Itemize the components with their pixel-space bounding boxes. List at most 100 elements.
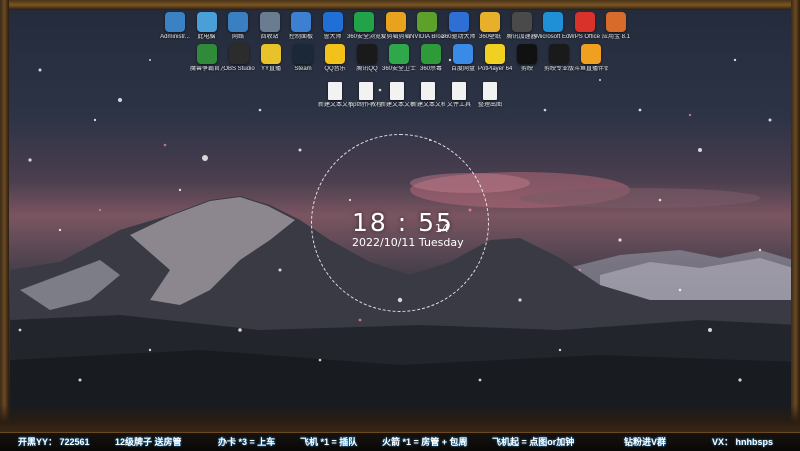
desktop-icon-label: 腾讯加速器 xyxy=(506,34,537,40)
desktop-icon-label: NVIDIA Broadcast xyxy=(410,34,444,40)
network-icon xyxy=(228,12,248,32)
user-folder-icon xyxy=(165,12,185,32)
desktop-icon-yy[interactable]: YY直播 xyxy=(254,44,288,73)
yy-icon xyxy=(261,44,281,64)
decorative-frame-left xyxy=(0,0,9,430)
control-panel-icon xyxy=(291,12,311,32)
video-editor-icon xyxy=(385,12,406,32)
desktop-icon-label: 魔兽争霸官方对战平台 xyxy=(190,66,224,72)
accelerator-icon xyxy=(511,12,532,32)
desktop-icon-warcraft[interactable]: 魔兽争霸官方对战平台 xyxy=(190,44,224,73)
desktop-icon-label: ppt制作教程 xyxy=(349,102,383,108)
desktop-icon-network[interactable]: 网络 xyxy=(221,12,255,41)
desktop-icon-wps[interactable]: WPS Office xyxy=(568,12,602,41)
desktop-icon-text-file[interactable]: 整理出图 xyxy=(473,82,507,109)
desktop-icon-label: 360壁纸 xyxy=(478,34,501,40)
recycle-bin-icon xyxy=(259,12,280,32)
desktop-icon-potplayer[interactable]: PotPlayer 64 bit xyxy=(478,44,512,73)
qq-icon xyxy=(357,44,377,64)
desktop-icon-user-folder[interactable]: Administr... xyxy=(158,12,192,41)
desktop-icon-obs[interactable]: OBS Studio xyxy=(222,44,256,73)
desktop-icon-computer[interactable]: 此电脑 xyxy=(190,12,224,41)
desktop-icon-text-file[interactable]: 新建文本文档 xyxy=(380,82,414,109)
desktop-icon-accelerator[interactable]: 腾讯加速器 xyxy=(505,12,539,41)
desktop-icon-qq-music[interactable]: QQ音乐 xyxy=(318,44,352,73)
computer-icon xyxy=(196,12,217,32)
edge-icon xyxy=(543,12,563,32)
ticker-plane-offer: 飞机 *1 = 插队 xyxy=(300,437,358,447)
clock-seconds: 14 xyxy=(435,222,449,235)
desktop-icon-control-panel[interactable]: 控制面板 xyxy=(284,12,318,41)
desktop-icon-wallpaper[interactable]: 360壁纸 xyxy=(473,12,507,41)
desktop-icon-douyu[interactable]: 斗鱼直播伴侣 xyxy=(574,44,608,73)
desktop-icon-label: QQ音乐 xyxy=(324,66,346,72)
desktop-icon-label: 鲁大师 xyxy=(323,34,342,40)
desktop-icon-video-editor[interactable]: 爱剪辑剪辑 xyxy=(379,12,413,41)
stream-info-ticker: 开黑YY： 722561 12级牌子 送房管 办卡 *3 = 上车 飞机 *1 … xyxy=(0,432,800,451)
potplayer-icon xyxy=(485,44,505,64)
desktop-icon-label: 百度网盘 xyxy=(450,66,475,72)
desktop-icon-label: 回收站 xyxy=(260,34,279,40)
desktop-icon-label: 360安全卫士 xyxy=(382,66,416,72)
desktop-icon-text-file[interactable]: 新建文本文档 xyxy=(318,82,352,109)
desktop-icon-label: WPS Office xyxy=(569,34,600,40)
warcraft-icon xyxy=(197,44,217,64)
desktop-icon-360-driver[interactable]: 360驱动大师 xyxy=(442,12,476,41)
360-browser-icon xyxy=(354,12,374,32)
desktop-icon-label: Steam xyxy=(294,66,312,72)
ticker-request-offer: 飞机起 = 点图or加钟 xyxy=(492,437,575,447)
desktop-icon-label: 此电脑 xyxy=(197,34,216,40)
desktop-icon-recycle-bin[interactable]: 回收站 xyxy=(253,12,287,41)
desktop-icon-label: 新建文本文档 xyxy=(318,102,352,108)
desktop-icon-text-file[interactable]: 新建文本文档 xyxy=(411,82,445,109)
desktop-icon-label: OBS Studio xyxy=(223,66,255,72)
obs-icon xyxy=(229,44,249,64)
nvidia-icon xyxy=(417,12,437,32)
capcut-pro-icon xyxy=(549,44,569,64)
desktop-icon-edge[interactable]: Microsoft Edge xyxy=(536,12,570,41)
desktop-icon-steam[interactable]: Steam xyxy=(286,44,320,73)
360-driver-icon xyxy=(448,12,469,32)
decorative-frame-right xyxy=(791,0,800,430)
desktop-icon-text-file[interactable]: 文件工具 xyxy=(442,82,476,109)
desktop-icon-label: 爱剪辑剪辑 xyxy=(380,34,411,40)
capcut-icon xyxy=(517,44,537,64)
desktop-icon-label: 剪映专业版 xyxy=(543,66,574,72)
desktop-icon-label: 网络 xyxy=(231,34,244,40)
desktop-icon-label: 整理出图 xyxy=(477,102,502,108)
desktop-icon-appstore[interactable]: 应用宝 8.1 xyxy=(599,12,633,41)
text-file-icon xyxy=(359,82,373,100)
desktop-icon-label: 控制面板 xyxy=(288,34,313,40)
desktop-icon-nvidia[interactable]: NVIDIA Broadcast xyxy=(410,12,444,41)
ticker-rocket-offer: 火箭 *1 = 房管 + 包周 xyxy=(382,437,468,447)
desktop-icon-label: 文件工具 xyxy=(446,102,471,108)
decorative-frame-top xyxy=(0,0,800,10)
desktop-icon-baidu-netdisk[interactable]: 百度网盘 xyxy=(446,44,480,73)
desktop-icon-qq[interactable]: 腾讯QQ xyxy=(350,44,384,73)
qq-music-icon xyxy=(325,44,345,64)
ticker-yy-channel: 开黑YY： 722561 xyxy=(18,437,90,447)
desktop-icon-text-file[interactable]: ppt制作教程 xyxy=(349,82,383,109)
desktop-icon-capcut[interactable]: 剪映 xyxy=(510,44,544,73)
desktop-icon-label: 斗鱼直播伴侣 xyxy=(574,66,608,72)
desktop-icon-360-antivirus[interactable]: 360杀毒 xyxy=(414,44,448,73)
text-file-icon xyxy=(328,82,342,100)
360-antivirus-icon xyxy=(421,44,441,64)
ticker-badge-offer: 12级牌子 送房管 xyxy=(115,437,182,447)
appstore-icon xyxy=(606,12,626,32)
wps-icon xyxy=(574,12,595,32)
desktop-icon-ludashi[interactable]: 鲁大师 xyxy=(316,12,350,41)
desktop-icon-label: YY直播 xyxy=(260,66,281,72)
text-file-icon xyxy=(452,82,466,100)
ludashi-icon xyxy=(322,12,343,32)
desktop-icon-360-browser[interactable]: 360安全浏览 xyxy=(347,12,381,41)
desktop-icon-360-safe[interactable]: 360安全卫士 xyxy=(382,44,416,73)
desktop-icon-label: 腾讯QQ xyxy=(356,66,378,72)
wallpaper-icon xyxy=(480,12,500,32)
desktop-icon-capcut-pro[interactable]: 剪映专业版 xyxy=(542,44,576,73)
desktop-icon-label: 360安全浏览 xyxy=(347,34,381,40)
clock-date: 2022/10/11 Tuesday xyxy=(352,236,464,249)
360-safe-icon xyxy=(389,44,409,64)
baidu-netdisk-icon xyxy=(453,44,473,64)
desktop-icon-label: 应用宝 8.1 xyxy=(601,34,630,40)
